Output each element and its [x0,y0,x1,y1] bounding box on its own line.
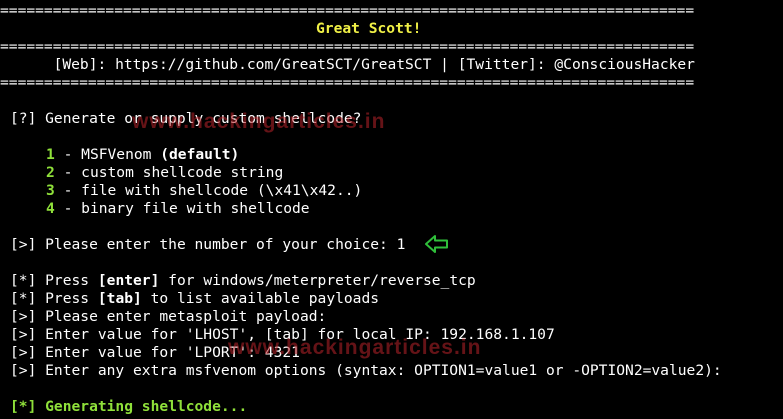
enter-key-label: [enter] [97,272,160,289]
links-line: [Web]: https://github.com/GreatSCT/Great… [36,56,695,73]
option-separator: - [54,200,82,217]
option-3: 3 - file with shellcode (\x41\x42..) [46,182,362,200]
watermark-top: www.hackingarticles.in [132,110,386,133]
option-4: 4 - binary file with shellcode [46,200,310,218]
output-text: Press [36,272,98,289]
output-text: Please enter metasploit payload: [36,308,327,325]
terminal-window: ========================================… [0,0,783,419]
choice-text[interactable]: Please enter the number of your choice: … [36,236,405,253]
option-separator: - [54,146,82,163]
tab-key-label: [tab] [97,290,142,307]
option-number: 3 [46,182,55,199]
status-prefix: [>] [10,344,37,361]
option-2: 2 - custom shellcode string [46,164,283,182]
status-prefix: [>] [10,308,37,325]
option-label: MSFVenom [81,146,161,163]
option-number: 4 [46,200,55,217]
header-rule-bottom: ========================================… [0,74,695,91]
status-prefix: [*] [10,290,37,307]
output-line-3: [>] Please enter metasploit payload: [10,308,326,326]
output-text: for windows/meterpreter/reverse_tcp [159,272,476,289]
output-line-2: [*] Press [tab] to list available payloa… [10,290,379,308]
option-label: file with shellcode (\x41\x42..) [81,182,363,199]
output-text: to list available payloads [141,290,380,307]
output-line-1: [*] Press [enter] for windows/meterprete… [10,272,476,290]
status-prefix: [*] [10,272,37,289]
choice-prefix: [>] [10,236,37,253]
status-prefix: [>] [10,326,37,343]
watermark-bottom: www.hackingarticles.in [228,336,482,359]
option-number: 1 [46,146,55,163]
option-label: custom shellcode string [81,164,284,181]
option-separator: - [54,182,82,199]
choice-prompt: [>] Please enter the number of your choi… [10,236,405,254]
option-separator: - [54,164,82,181]
option-1: 1 - MSFVenom (default) [46,146,239,164]
option-label: binary file with shellcode [81,200,310,217]
option-number: 2 [46,164,55,181]
header-rule-top: ========================================… [0,2,695,19]
status-prefix: [>] [10,362,37,379]
output-text: Enter any extra msfvenom options (syntax… [36,362,722,379]
left-arrow-icon [425,235,448,253]
tool-title: Great Scott! [316,20,422,37]
option-default-tag: (default) [160,146,240,163]
output-text: Press [36,290,98,307]
output-line-6[interactable]: [>] Enter any extra msfvenom options (sy… [10,362,722,380]
header-rule-middle: ========================================… [0,38,695,55]
generating-status: [*] Generating shellcode... [10,398,248,415]
